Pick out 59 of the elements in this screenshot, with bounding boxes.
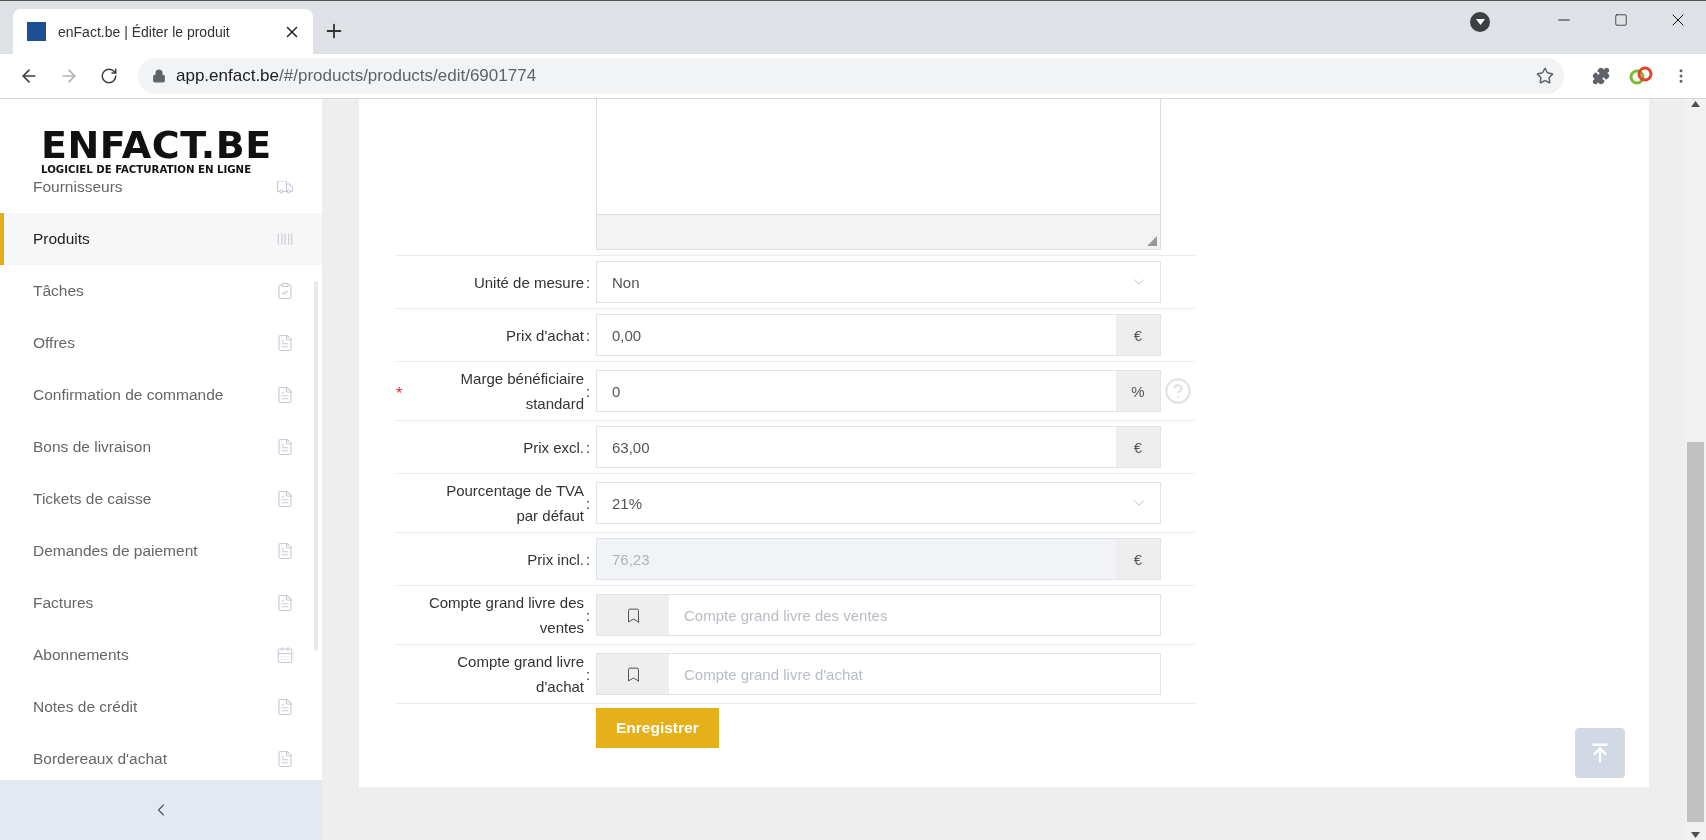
reload-icon[interactable] xyxy=(100,67,118,85)
field-label: Prix d'achat xyxy=(505,325,584,346)
input-group[interactable]: 0,00 € xyxy=(596,314,1161,356)
field-label: Compte grand livre des ventes xyxy=(427,593,584,638)
unit-addon: € xyxy=(1116,315,1160,355)
label-colon: : xyxy=(584,382,592,400)
field-label: Pourcentage de TVA par défaut xyxy=(445,481,584,526)
maximize-icon[interactable] xyxy=(1613,13,1628,27)
label-colon: : xyxy=(584,273,592,291)
document-icon xyxy=(276,698,294,716)
document-icon xyxy=(276,386,294,404)
input-group[interactable]: Compte grand livre des ventes xyxy=(596,594,1161,636)
extension-icon[interactable] xyxy=(1628,66,1654,86)
unit-addon: % xyxy=(1116,371,1160,411)
resize-handle-icon[interactable] xyxy=(1147,236,1157,246)
truck-icon xyxy=(276,181,294,196)
field-label: Compte grand livre d'achat xyxy=(456,652,584,697)
label-colon: : xyxy=(584,438,592,456)
field-label: Marge bénéficiaire standard xyxy=(459,369,584,414)
label-colon: : xyxy=(584,665,592,683)
scroll-up-icon[interactable] xyxy=(1691,101,1700,107)
document-icon xyxy=(276,750,294,768)
barcode-icon xyxy=(276,230,294,248)
document-icon xyxy=(276,594,294,612)
select-field[interactable]: 21% xyxy=(596,482,1161,524)
sidebar-item[interactable]: Produits xyxy=(0,213,322,265)
field-label: Prix excl. xyxy=(522,437,584,458)
label-colon: : xyxy=(584,606,592,624)
tab-search-icon[interactable] xyxy=(1470,11,1490,32)
unit-addon: € xyxy=(1116,427,1160,467)
scrollbar-thumb[interactable] xyxy=(1687,442,1704,822)
input-group[interactable]: Compte grand livre d'achat xyxy=(596,653,1161,695)
puzzle-icon[interactable] xyxy=(1592,67,1610,85)
field-label: Unité de mesure xyxy=(472,272,584,293)
document-icon xyxy=(276,542,294,560)
clipboard-check-icon xyxy=(276,282,294,300)
document-icon xyxy=(276,490,294,508)
label-colon: : xyxy=(584,494,592,512)
input-group[interactable]: 63,00 € xyxy=(596,426,1161,468)
label-colon: : xyxy=(584,550,592,568)
tab-title: enFact.be | Éditer le produit xyxy=(58,23,231,40)
label-colon: : xyxy=(584,326,592,344)
document-icon xyxy=(276,334,294,352)
unit-addon: € xyxy=(1116,539,1160,579)
select-field[interactable]: Non xyxy=(596,261,1161,303)
logo-subtitle: LOGICIEL DE FACTURATION EN LIGNE xyxy=(41,163,252,175)
scroll-down-icon[interactable] xyxy=(1691,832,1700,838)
field-label: Prix incl. xyxy=(526,549,584,570)
url-text: app.enfact.be/#/products/products/edit/6901774 xyxy=(176,66,538,86)
logo-title: ENFACT.BE xyxy=(41,125,272,164)
lock-icon xyxy=(152,69,166,83)
browser-tab[interactable]: enFact.be | Éditer le produit xyxy=(13,9,313,54)
address-bar[interactable]: app.enfact.be/#/products/products/edit/6901774 xyxy=(138,58,1564,94)
star-icon[interactable] xyxy=(1536,67,1554,85)
document-icon xyxy=(276,438,294,456)
input-group[interactable]: 0 % xyxy=(596,370,1161,412)
favicon-icon xyxy=(27,22,46,41)
calendar-icon xyxy=(276,646,294,664)
required-asterisk: * xyxy=(396,384,404,403)
